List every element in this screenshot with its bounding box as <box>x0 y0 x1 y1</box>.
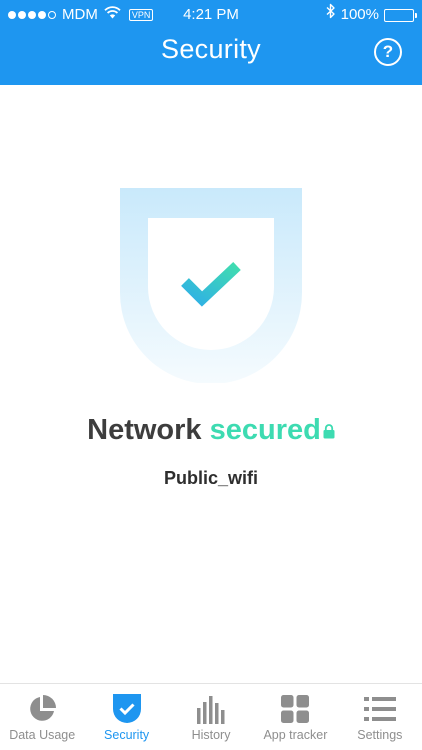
pie-chart-icon <box>26 693 58 725</box>
tab-label: Settings <box>357 728 403 742</box>
tab-label: Security <box>104 728 150 742</box>
tab-app-tracker[interactable]: App tracker <box>253 684 337 750</box>
bar-chart-icon <box>195 693 227 725</box>
status-right: 100% <box>326 0 417 30</box>
help-icon: ? <box>382 42 394 61</box>
network-status-prefix: Network <box>87 414 202 446</box>
tab-bar: Data Usage Security History App tracker … <box>0 683 422 750</box>
tab-security[interactable]: Security <box>84 684 168 750</box>
tab-settings[interactable]: Settings <box>338 684 422 750</box>
help-button[interactable]: ? <box>374 38 402 66</box>
top-bar: MDM VPN 4:21 PM 100% Security ? <box>0 0 422 85</box>
battery-percent: 100% <box>340 6 379 23</box>
page-title: Security <box>161 34 261 64</box>
tab-data-usage[interactable]: Data Usage <box>0 684 84 750</box>
shield-check-illustration <box>120 188 302 384</box>
tab-label: Data Usage <box>9 728 76 742</box>
network-status: Network secured <box>0 414 422 447</box>
shield-check-icon <box>111 693 143 725</box>
network-name: Public_wifi <box>163 468 259 488</box>
tab-label: App tracker <box>263 728 328 742</box>
lock-icon <box>323 414 335 447</box>
tab-history[interactable]: History <box>169 684 253 750</box>
list-icon <box>363 693 396 725</box>
battery-icon <box>384 8 417 22</box>
bluetooth-icon <box>326 0 336 30</box>
grid-icon <box>279 693 311 725</box>
network-status-secured: secured <box>209 414 321 446</box>
tab-label: History <box>191 728 231 742</box>
status-bar: MDM VPN 4:21 PM 100% <box>0 0 422 30</box>
